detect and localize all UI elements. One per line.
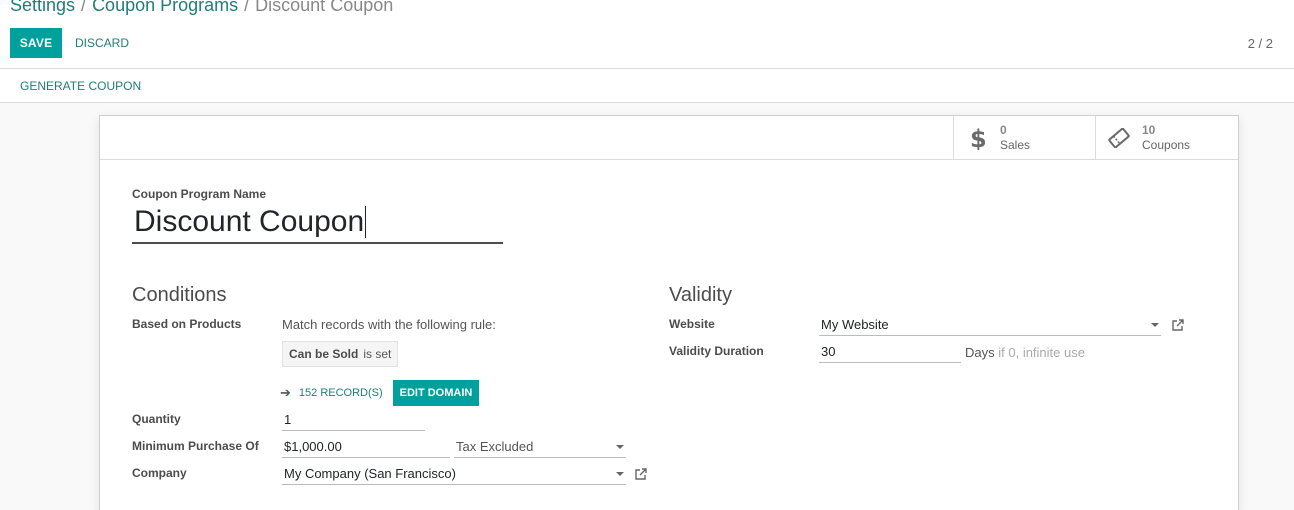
breadcrumb: Settings / Coupon Programs / Discount Coupon	[10, 0, 393, 16]
domain-field: Can be Sold	[289, 347, 359, 361]
chevron-down-icon	[616, 445, 624, 449]
quantity-label: Quantity	[132, 412, 181, 426]
coupons-count: 10	[1142, 123, 1156, 137]
form-sheet: $ 0 Sales 10 Coupons Coupon Program Name…	[99, 115, 1239, 510]
generate-coupon-button[interactable]: GENERATE COUPON	[10, 69, 151, 102]
duration-hint: if 0, infinite use	[998, 345, 1085, 360]
external-link-icon[interactable]	[1171, 318, 1185, 332]
min-purchase-label: Minimum Purchase Of	[132, 439, 259, 453]
chevron-down-icon	[616, 472, 624, 476]
min-purchase-input[interactable]: $1,000.00	[282, 436, 450, 458]
records-link[interactable]: ➔ 152 RECORD(S)	[280, 380, 383, 406]
breadcrumb-separator: /	[244, 0, 250, 15]
duration-unit: Days	[965, 345, 995, 360]
tax-mode-select[interactable]: Tax Excluded	[454, 436, 626, 458]
quantity-input[interactable]: 1	[282, 409, 425, 431]
validity-duration-input[interactable]: 30	[819, 341, 961, 363]
company-select[interactable]: My Company (San Francisco)	[282, 463, 626, 485]
ticket-icon	[1096, 128, 1142, 148]
website-value: My Website	[821, 317, 889, 332]
validity-title: Validity	[669, 284, 732, 306]
pager-value[interactable]: 2 / 2	[1248, 36, 1273, 51]
edit-domain-button[interactable]: EDIT DOMAIN	[393, 380, 479, 406]
arrow-right-icon: ➔	[280, 385, 291, 400]
website-label: Website	[669, 317, 715, 331]
svg-text:$: $	[970, 126, 985, 150]
breadcrumb-separator: /	[81, 0, 87, 15]
company-value: My Company (San Francisco)	[284, 466, 456, 481]
program-name-value: Discount Coupon	[134, 205, 365, 238]
sales-count: 0	[1000, 123, 1007, 137]
domain-rule-chip: Can be Sold is set	[282, 341, 399, 367]
min-purchase-value: $1,000.00	[284, 439, 342, 454]
records-count: 152 RECORD(S)	[298, 387, 383, 399]
domain-rule-text: Match records with the following rule:	[282, 317, 496, 332]
website-select[interactable]: My Website	[819, 314, 1161, 336]
quantity-value: 1	[284, 412, 292, 427]
coupons-label: Coupons	[1142, 138, 1191, 152]
save-button[interactable]: SAVE	[10, 28, 62, 58]
based-on-products-label: Based on Products	[132, 317, 242, 331]
sales-label: Sales	[1000, 138, 1031, 152]
breadcrumb-current: Discount Coupon	[255, 0, 394, 15]
external-link-icon[interactable]	[634, 467, 648, 481]
sales-smart-button[interactable]: $ 0 Sales	[953, 116, 1096, 160]
company-label: Company	[132, 466, 187, 480]
program-name-label: Coupon Program Name	[132, 187, 267, 201]
tax-mode-value: Tax Excluded	[456, 439, 534, 454]
chevron-down-icon	[1151, 323, 1159, 327]
coupons-smart-button[interactable]: 10 Coupons	[1095, 116, 1238, 160]
discard-button[interactable]: DISCARD	[66, 28, 138, 58]
breadcrumb-coupon-programs[interactable]: Coupon Programs	[92, 0, 238, 15]
conditions-title: Conditions	[132, 284, 227, 306]
duration-unit-text: Days if 0, infinite use	[965, 345, 1085, 360]
control-panel: Settings / Coupon Programs / Discount Coupon…	[0, 0, 1294, 69]
dollar-icon: $	[954, 126, 1000, 150]
breadcrumb-settings[interactable]: Settings	[10, 0, 75, 15]
domain-operator: is set	[363, 347, 392, 361]
smart-button-box: $ 0 Sales 10 Coupons	[100, 116, 1238, 160]
statusbar: GENERATE COUPON	[0, 69, 1294, 103]
program-name-input[interactable]: Discount Coupon	[132, 202, 503, 244]
validity-duration-label: Validity Duration	[669, 344, 764, 358]
text-caret	[365, 206, 367, 238]
validity-duration-value: 30	[821, 344, 836, 359]
